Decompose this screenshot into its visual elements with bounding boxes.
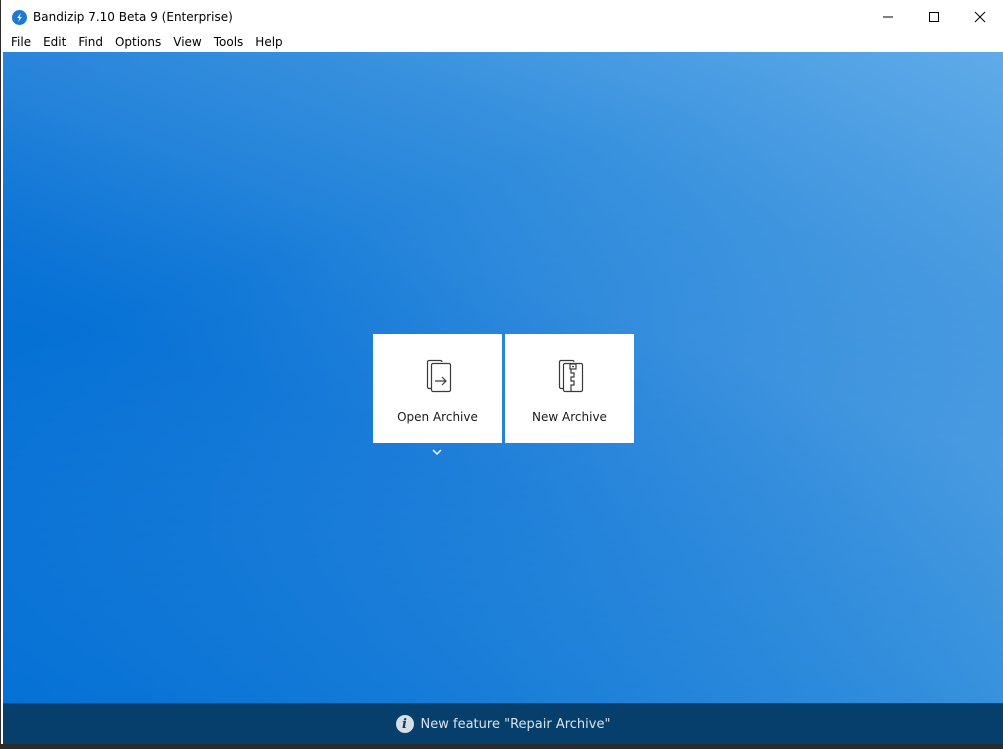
new-archive-button[interactable]: New Archive — [505, 334, 634, 443]
open-archive-button[interactable]: Open Archive — [373, 334, 502, 443]
status-bar — [1, 744, 1003, 749]
menu-tools[interactable]: Tools — [208, 33, 250, 52]
title-bar[interactable]: Bandizip 7.10 Beta 9 (Enterprise) — [1, 0, 1003, 33]
minimize-icon — [883, 16, 893, 17]
new-archive-icon — [558, 359, 583, 393]
maximize-icon — [929, 11, 939, 22]
minimize-button[interactable] — [865, 0, 911, 33]
notice-text[interactable]: New feature "Repair Archive" — [421, 717, 611, 732]
menu-bar: File Edit Find Options View Tools Help — [1, 33, 1003, 52]
window-title: Bandizip 7.10 Beta 9 (Enterprise) — [33, 10, 233, 24]
notice-bar[interactable]: i New feature "Repair Archive" — [3, 703, 1003, 744]
menu-file[interactable]: File — [5, 33, 37, 52]
menu-find[interactable]: Find — [72, 33, 109, 52]
app-window: Bandizip 7.10 Beta 9 (Enterprise) File E… — [0, 0, 1003, 749]
close-button[interactable] — [957, 0, 1003, 33]
open-archive-label: Open Archive — [397, 410, 478, 424]
menu-edit[interactable]: Edit — [37, 33, 72, 52]
start-screen: Open Archive New Archive — [3, 52, 1003, 703]
bandizip-logo-icon — [12, 10, 27, 25]
chevron-down-icon[interactable] — [430, 447, 444, 457]
new-archive-label: New Archive — [532, 410, 607, 424]
open-archive-icon — [426, 359, 451, 393]
menu-help[interactable]: Help — [249, 33, 288, 52]
action-tiles: Open Archive New Archive — [373, 334, 634, 443]
menu-view[interactable]: View — [167, 33, 207, 52]
maximize-button[interactable] — [911, 0, 957, 33]
info-icon: i — [395, 715, 414, 733]
close-icon — [974, 11, 986, 22]
menu-options[interactable]: Options — [109, 33, 167, 52]
